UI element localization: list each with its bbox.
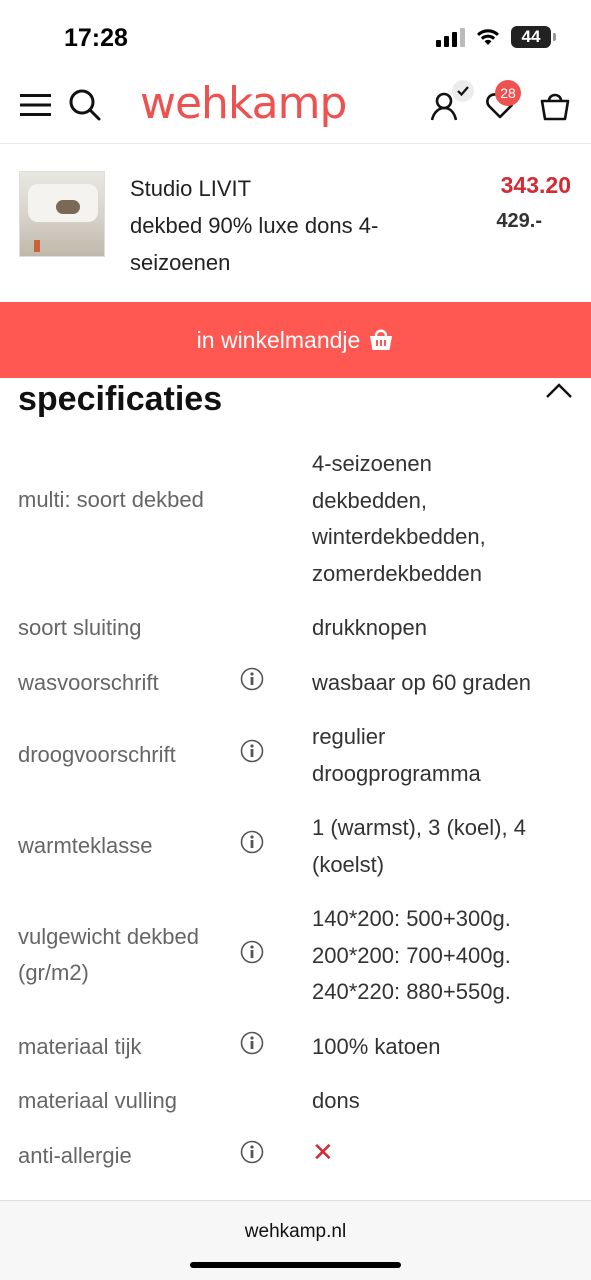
- price-current: 343.20: [500, 172, 571, 198]
- browser-bottom-bar: wehkamp.nl: [0, 1200, 591, 1280]
- info-icon[interactable]: [240, 830, 264, 854]
- menu-icon[interactable]: [20, 92, 52, 118]
- product-thumbnail[interactable]: [19, 171, 105, 257]
- spec-label: multi: soort dekbed: [18, 487, 204, 512]
- product-brand: Studio LIVIT: [130, 176, 252, 201]
- info-icon[interactable]: [240, 667, 264, 691]
- spec-value: drukknopen: [312, 615, 427, 640]
- spec-label: soort sluiting: [18, 615, 142, 640]
- status-bar: 17:28 44: [0, 0, 591, 72]
- wehkamp-logo[interactable]: wehkamp: [140, 78, 347, 129]
- spec-value: regulier droogprogramma: [312, 724, 481, 786]
- spec-value: 4-seizoenen dekbedden, winterdekbedden, …: [312, 451, 486, 586]
- spec-value: wasbaar op 60 graden: [312, 670, 531, 695]
- signal-icon: [436, 27, 465, 47]
- spec-label: droogvoorschrift: [18, 742, 176, 767]
- check-icon: [452, 80, 474, 102]
- product-summary: Studio LIVIT dekbed 90% luxe dons 4-seiz…: [0, 144, 591, 302]
- favorites-badge: 28: [495, 80, 521, 106]
- add-to-cart-label: in winkelmandje: [196, 326, 361, 353]
- product-name: dekbed 90% luxe dons 4-seizoenen: [130, 213, 379, 275]
- spec-value: 1 (warmst), 3 (koel), 4 (koelst): [312, 815, 526, 877]
- basket-icon: [370, 329, 393, 350]
- basket-icon[interactable]: [538, 90, 572, 122]
- collapse-chevron-icon[interactable]: [545, 382, 573, 405]
- price-original: 429.-: [496, 210, 542, 232]
- heart-icon[interactable]: 28: [485, 80, 521, 120]
- info-icon[interactable]: [240, 1031, 264, 1055]
- product-title: Studio LIVIT dekbed 90% luxe dons 4-seiz…: [130, 170, 420, 281]
- spec-value: dons: [312, 1088, 360, 1113]
- spec-label: vulgewicht dekbed (gr/m2): [18, 924, 200, 985]
- info-icon[interactable]: [240, 1140, 264, 1164]
- status-time: 17:28: [64, 24, 128, 52]
- spec-label: materiaal tijk: [18, 1034, 142, 1059]
- spec-label: wasvoorschrift: [18, 670, 159, 695]
- home-indicator[interactable]: [190, 1262, 401, 1268]
- info-icon[interactable]: [240, 940, 264, 964]
- spec-label: materiaal vulling: [18, 1088, 177, 1113]
- spec-value: 100% katoen: [312, 1034, 441, 1059]
- specs-heading: specificaties: [18, 380, 223, 418]
- status-icons: 44: [436, 26, 556, 48]
- info-icon[interactable]: [240, 739, 264, 763]
- spec-label: warmteklasse: [18, 833, 153, 858]
- no-cross-icon: ✕: [312, 1137, 334, 1167]
- site-header: wehkamp 28: [0, 72, 591, 144]
- search-icon[interactable]: [68, 88, 102, 122]
- spec-label: anti-allergie: [18, 1143, 132, 1168]
- add-to-cart-button[interactable]: in winkelmandje: [0, 302, 591, 378]
- battery-icon: 44: [511, 26, 556, 48]
- account-icon[interactable]: [430, 80, 474, 122]
- address-bar[interactable]: wehkamp.nl: [0, 1221, 591, 1243]
- wifi-icon: [477, 29, 499, 45]
- spec-value: 140*200: 500+300g. 200*200: 700+400g. 24…: [312, 906, 511, 1004]
